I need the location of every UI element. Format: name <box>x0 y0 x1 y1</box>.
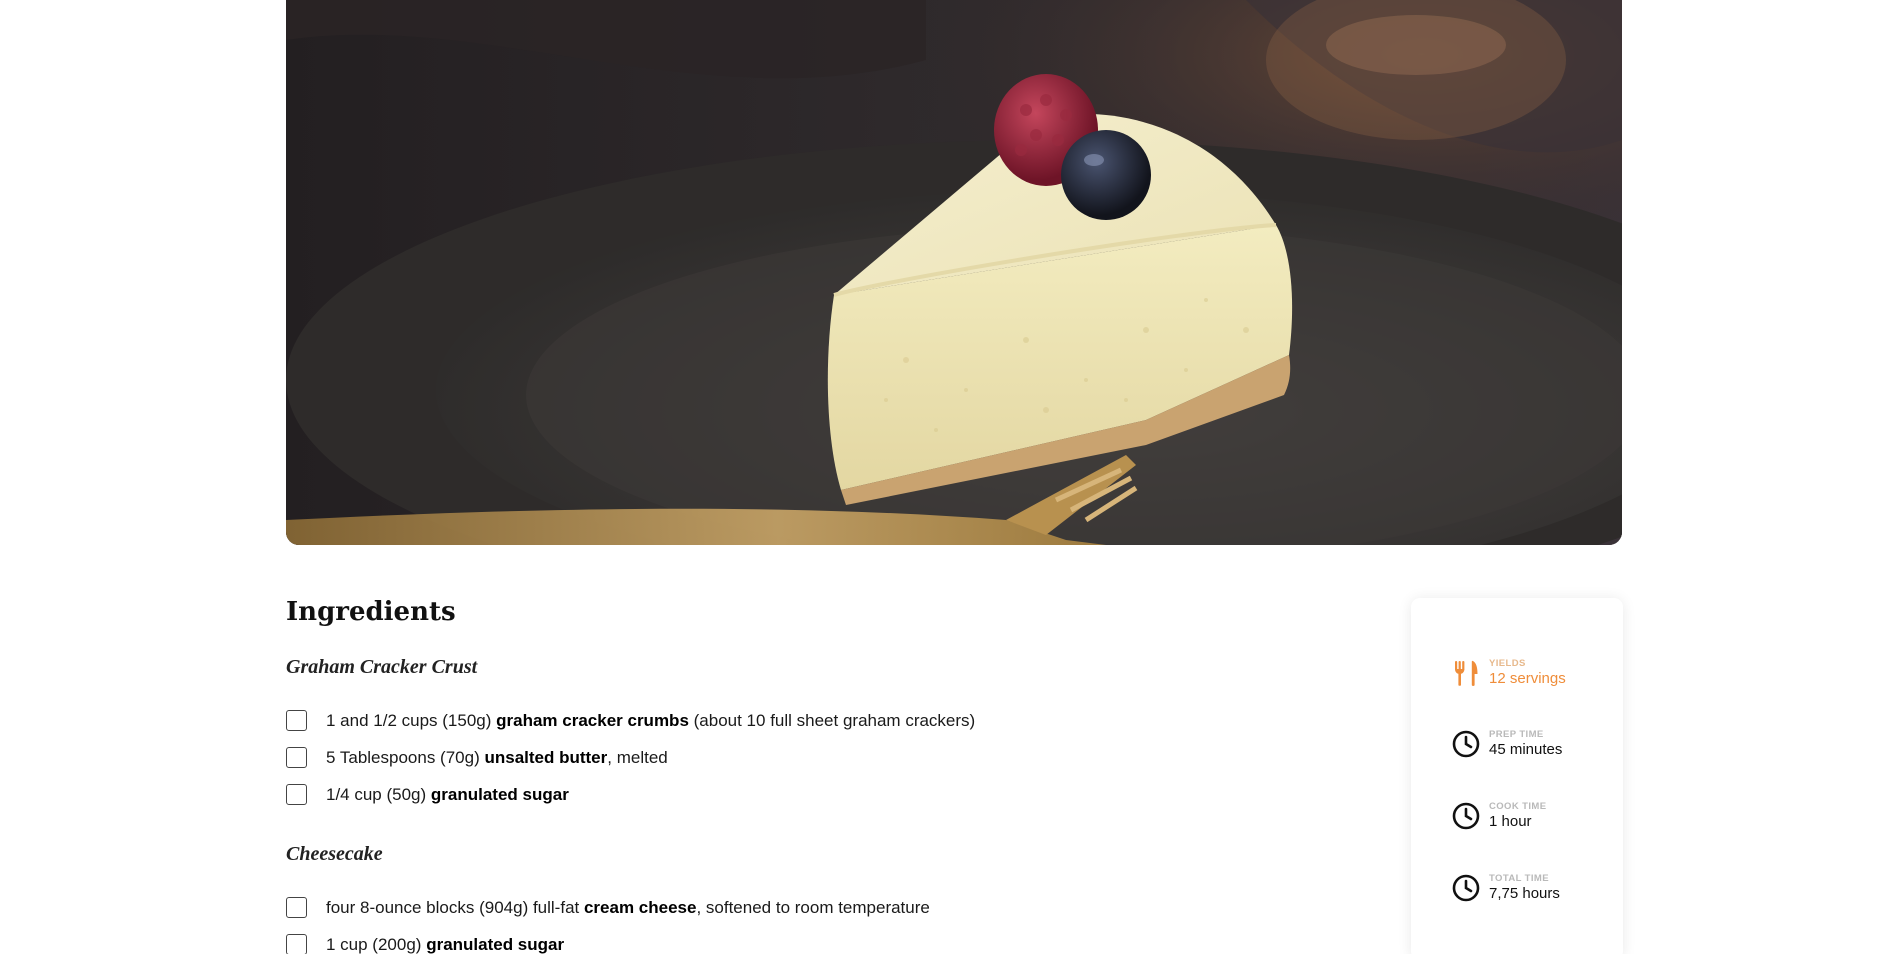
clock-icon <box>1449 871 1483 905</box>
ingredient-text: 1 and 1/2 cups (150g) graham cracker cru… <box>326 710 976 730</box>
recipe-page: Ingredients Graham Cracker Crust 1 and 1… <box>0 0 1903 954</box>
yields-value: 12 servings <box>1489 670 1566 687</box>
cheesecake-photo <box>286 0 1622 545</box>
fork-knife-icon <box>1449 656 1483 690</box>
ingredient-text: 5 Tablespoons (70g) unsalted butter, mel… <box>326 747 668 767</box>
yields-row: YIELDS 12 servings <box>1449 656 1566 690</box>
ingredient-item: four 8-ounce blocks (904g) full-fat crea… <box>286 889 1346 926</box>
cook-time-row: COOK TIME 1 hour <box>1449 799 1546 833</box>
ingredient-item: 1 cup (200g) granulated sugar <box>286 926 1346 954</box>
ingredient-checkbox[interactable] <box>286 710 307 731</box>
ingredient-item: 5 Tablespoons (70g) unsalted butter, mel… <box>286 739 1346 776</box>
ingredient-text: 1/4 cup (50g) granulated sugar <box>326 784 569 804</box>
cook-time-label: COOK TIME <box>1489 801 1547 812</box>
ingredient-list-cheesecake: four 8-ounce blocks (904g) full-fat crea… <box>286 889 1346 954</box>
clock-icon <box>1449 799 1483 833</box>
ingredients-section: Ingredients Graham Cracker Crust 1 and 1… <box>286 590 1346 954</box>
yields-label: YIELDS <box>1489 658 1526 669</box>
prep-time-value: 45 minutes <box>1489 741 1563 758</box>
group-title-crust: Graham Cracker Crust <box>286 656 478 678</box>
ingredients-title: Ingredients <box>286 597 456 627</box>
recipe-info-card: YIELDS 12 servings PREP TIME 45 minutes <box>1411 598 1623 954</box>
ingredient-item: 1/4 cup (50g) granulated sugar <box>286 776 1346 813</box>
cook-time-value: 1 hour <box>1489 813 1532 830</box>
total-time-row: TOTAL TIME 7,75 hours <box>1449 871 1560 905</box>
ingredient-text: 1 cup (200g) granulated sugar <box>326 934 565 954</box>
ingredient-checkbox[interactable] <box>286 747 307 768</box>
prep-time-label: PREP TIME <box>1489 729 1544 740</box>
ingredient-checkbox[interactable] <box>286 784 307 805</box>
prep-time-row: PREP TIME 45 minutes <box>1449 727 1562 761</box>
ingredient-text: four 8-ounce blocks (904g) full-fat crea… <box>326 897 930 917</box>
ingredient-item: 1 and 1/2 cups (150g) graham cracker cru… <box>286 702 1346 739</box>
ingredient-checkbox[interactable] <box>286 897 307 918</box>
total-time-label: TOTAL TIME <box>1489 873 1549 884</box>
ingredient-list-crust: 1 and 1/2 cups (150g) graham cracker cru… <box>286 702 1346 813</box>
ingredient-checkbox[interactable] <box>286 934 307 954</box>
clock-icon <box>1449 727 1483 761</box>
total-time-value: 7,75 hours <box>1489 885 1560 902</box>
group-title-cheesecake: Cheesecake <box>286 843 383 865</box>
